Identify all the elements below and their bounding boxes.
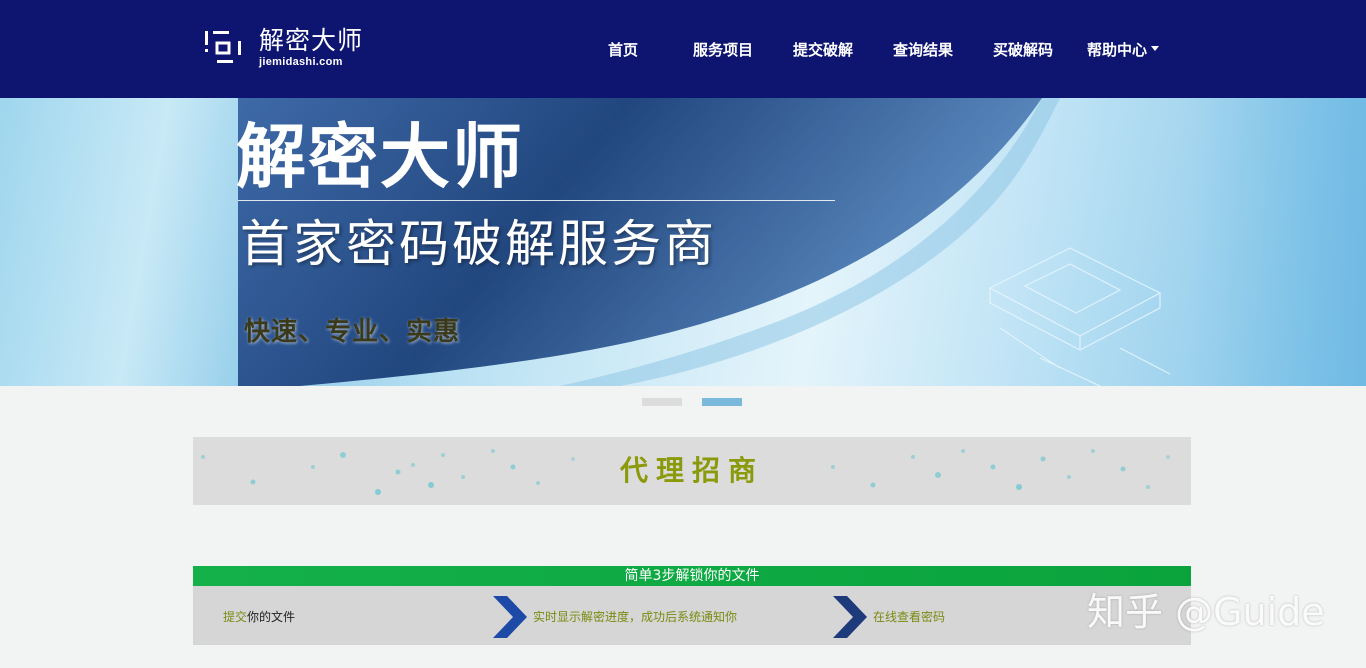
carousel-dot-1[interactable] [642,398,682,406]
agent-recruitment-label: 代理招商 [619,454,764,487]
steps-heading: 简单3步解锁你的文件 [193,566,1191,586]
agent-recruitment-banner[interactable]: 代理招商 [193,437,1191,505]
banner-divider [238,200,835,201]
watermark: 知乎 @Guide [1087,590,1325,634]
nav-buy-code[interactable]: 买破解码 [993,39,1053,60]
steps-panel: 提交你的文件 实时显示解密进度，成功后系统通知你 在线查看密码 [193,586,1191,645]
nav-help-center[interactable]: 帮助中心 [1087,39,1160,60]
nav-submit-crack[interactable]: 提交破解 [793,39,853,60]
chevron-down-icon [1151,46,1160,51]
chevron-right-icon [833,596,867,638]
nav-help-center-label: 帮助中心 [1087,41,1148,59]
logo-mark-icon [203,27,243,67]
site-header: 解密大师 jiemidashi.com 首页 服务项目 提交破解 查询结果 买破… [0,0,1366,98]
banner-tagline: 快速、专业、实惠 [244,317,461,347]
banner-title: 解密大师 [236,116,524,198]
nav-query-results[interactable]: 查询结果 [893,39,953,60]
chevron-right-icon [493,596,527,638]
nav-services[interactable]: 服务项目 [693,39,753,60]
step-1-text: 你的文件 [247,610,296,624]
step-1: 提交你的文件 [223,609,295,625]
site-logo[interactable]: 解密大师 jiemidashi.com [203,27,363,68]
step-2: 实时显示解密进度，成功后系统通知你 [533,610,738,624]
carousel-dot-2[interactable] [702,398,742,406]
hero-banner[interactable]: 解密大师 首家密码破解服务商 快速、专业、实惠 [0,98,1366,386]
step-1-link[interactable]: 提交 [223,610,247,624]
logo-domain: jiemidashi.com [259,56,343,68]
step-3: 在线查看密码 [873,610,946,624]
banner-subtitle: 首家密码破解服务商 [240,215,717,273]
nav-home[interactable]: 首页 [608,39,638,60]
circuit-chip-icon [988,247,1171,386]
logo-name: 解密大师 [259,26,364,55]
